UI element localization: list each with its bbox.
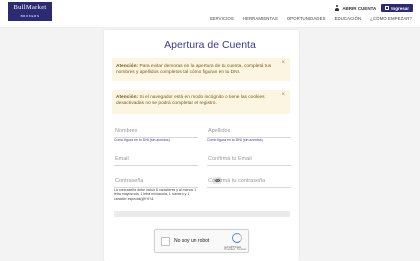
apellidos-hint: Como figura en tu DNI (sin acentos) bbox=[207, 138, 263, 142]
nav-item-herramientas[interactable]: HERRAMIENTAS bbox=[243, 16, 278, 21]
alert-text: Para evitar demoras en la apertura de tu… bbox=[116, 64, 272, 76]
lock-icon bbox=[385, 6, 390, 10]
open-account-link[interactable]: ABRIR CUENTA bbox=[334, 5, 376, 11]
login-button[interactable]: Ingresar bbox=[381, 4, 413, 12]
password-requirements: La contraseña debe incluir 8 caracteres … bbox=[114, 188, 197, 201]
bullmarket-logo[interactable]: BullMarket BROKERS bbox=[8, 2, 52, 21]
email-field[interactable]: Email bbox=[114, 155, 198, 166]
confirm-email-field[interactable]: Confirmá tu Email bbox=[207, 155, 291, 166]
recaptcha-icon bbox=[232, 233, 242, 243]
site-header: BullMarket BROKERS ABRIR CUENTA Ingresar… bbox=[0, 0, 420, 28]
logo-subtitle: BROKERS bbox=[20, 14, 40, 18]
nombres-hint: Como figura en tu DNI (sin acentos) bbox=[114, 138, 170, 142]
alert-cookies-warning: Atención: Si el navegador está en modo i… bbox=[112, 90, 290, 114]
password-strength-bar bbox=[114, 211, 290, 217]
alert-name-warning: Atención: Para evitar demoras en la aper… bbox=[112, 58, 290, 81]
open-account-label: ABRIR CUENTA bbox=[342, 5, 377, 11]
confirm-email-underline bbox=[207, 165, 291, 166]
login-label: Ingresar bbox=[391, 5, 409, 11]
nav-item-educacion[interactable]: EDUCACIÓN bbox=[335, 16, 362, 21]
email-underline bbox=[114, 165, 198, 166]
confirm-password-placeholder: Confirmá tu contraseña bbox=[208, 178, 266, 184]
person-icon bbox=[334, 5, 340, 11]
confirm-password-underline bbox=[207, 187, 291, 188]
alert-prefix: Atención: bbox=[116, 64, 139, 69]
apellidos-placeholder: Apellidos bbox=[208, 128, 231, 134]
alert-text: Si el navegador está en modo incógnito o… bbox=[116, 95, 265, 107]
nombres-field[interactable]: Nombres Como figura en tu DNI (sin acent… bbox=[114, 127, 198, 142]
password-placeholder: Contraseña bbox=[115, 178, 144, 184]
recaptcha-widget: No soy un robot reCAPTCHA Privacidad - T… bbox=[154, 229, 249, 253]
nombres-placeholder: Nombres bbox=[115, 128, 138, 134]
page-title: Apertura de Cuenta bbox=[164, 39, 256, 51]
confirm-email-placeholder: Confirmá tu Email bbox=[208, 156, 252, 162]
nav-item-oportunidades[interactable]: OPORTUNIDADES bbox=[287, 16, 326, 21]
password-field[interactable]: Contraseña bbox=[114, 177, 198, 188]
close-icon[interactable]: × bbox=[281, 60, 285, 66]
top-links: ABRIR CUENTA Ingresar bbox=[334, 3, 413, 13]
recaptcha-terms-link[interactable]: Privacidad - Términos bbox=[224, 249, 246, 251]
nav-item-como-empezar[interactable]: ¿CÓMO EMPEZAR? bbox=[370, 16, 412, 21]
captcha-checkbox[interactable] bbox=[161, 237, 170, 246]
apellidos-field[interactable]: Apellidos Como figura en tu DNI (sin ace… bbox=[207, 127, 291, 142]
close-icon[interactable]: × bbox=[281, 92, 285, 98]
captcha-label: No soy un robot bbox=[174, 238, 210, 244]
email-placeholder: Email bbox=[115, 156, 129, 162]
alert-prefix: Atención: bbox=[116, 95, 139, 100]
nav-item-servicios[interactable]: SERVICIOS bbox=[210, 16, 234, 21]
main-nav: SERVICIOS HERRAMIENTAS OPORTUNIDADES EDU… bbox=[210, 16, 412, 21]
confirm-password-field[interactable]: Confirmá tu contraseña bbox=[207, 177, 291, 188]
logo-wordmark: BullMarket bbox=[13, 4, 47, 11]
